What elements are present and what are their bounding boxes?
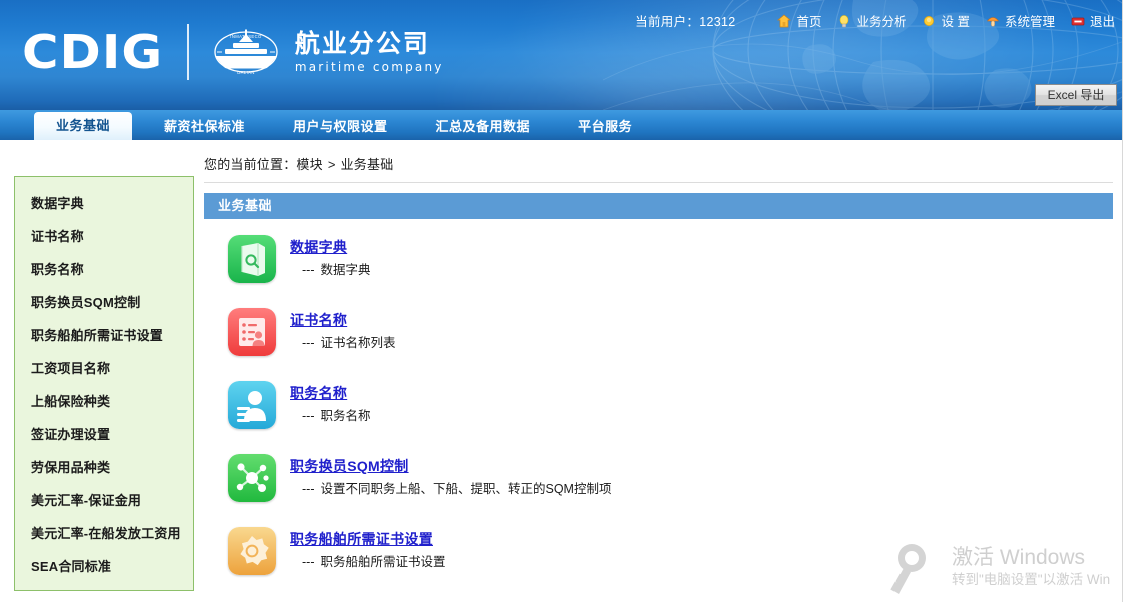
current-user-value: 12312: [699, 15, 736, 29]
sidebar-menu: 数据字典 证书名称 职务名称 职务换员SQM控制 职务船舶所需证书设置 工资项目…: [14, 176, 194, 591]
book-search-icon: [228, 235, 276, 283]
certificate-list-icon: [228, 308, 276, 356]
header-link-logout[interactable]: 退出: [1071, 11, 1115, 30]
header-link-settings-label: 设 置: [941, 15, 970, 29]
list-item-text: 数据字典 --- 数据字典: [290, 235, 371, 278]
header-link-logout-label: 退出: [1089, 15, 1115, 29]
sidebar-item-labor-protection-types[interactable]: 劳保用品种类: [15, 451, 193, 484]
desc-text: 设置不同职务上船、下船、提职、转正的SQM控制项: [320, 482, 612, 496]
desc-text: 职务船舶所需证书设置: [320, 555, 446, 569]
tab-summary-backup-data[interactable]: 汇总及备用数据: [420, 114, 547, 140]
list-item-desc: --- 设置不同职务上船、下船、提职、转正的SQM控制项: [290, 481, 611, 497]
brand-name-en: maritime company: [294, 59, 444, 74]
sidebar-item-visa-processing-settings[interactable]: 签证办理设置: [15, 418, 193, 451]
panel-title: 业务基础: [204, 193, 1113, 219]
tab-platform-services[interactable]: 平台服务: [562, 114, 648, 140]
svg-text:DALIAN: DALIAN: [237, 70, 255, 75]
list-item-desc: --- 职务船舶所需证书设置: [290, 554, 446, 570]
sidebar-item-salary-item-name[interactable]: 工资项目名称: [15, 352, 193, 385]
header-link-business-analysis[interactable]: 业务分析: [837, 11, 906, 30]
lightbulb-icon: [837, 14, 851, 28]
desc-dashes: ---: [302, 555, 315, 569]
logo-divider: [186, 24, 189, 80]
list-item[interactable]: 职务名称 --- 职务名称: [228, 381, 1113, 454]
breadcrumb-prefix: 您的当前位置：: [204, 157, 297, 172]
brand-abbreviation: CDIG: [22, 25, 164, 79]
list-item-desc: --- 数据字典: [290, 262, 371, 278]
breadcrumb-current: 业务基础: [340, 157, 394, 172]
sidebar-item-position-ship-certificates[interactable]: 职务船舶所需证书设置: [15, 319, 193, 352]
desc-text: 数据字典: [320, 263, 371, 277]
main-tabbar: 业务基础 薪资社保标准 用户与权限设置 汇总及备用数据 平台服务: [0, 110, 1123, 140]
list-item-title[interactable]: 数据字典: [290, 238, 371, 256]
desc-dashes: ---: [302, 336, 315, 350]
header-link-settings[interactable]: 设 置: [922, 11, 970, 30]
list-item[interactable]: 数据字典 --- 数据字典: [228, 235, 1113, 308]
ship-seal-icon: INMATESECO DALIAN: [209, 28, 283, 76]
sidebar-item-usd-rate-onboard-salary[interactable]: 美元汇率-在船发放工资用: [15, 517, 193, 550]
list-item[interactable]: 证书名称 --- 证书名称列表: [228, 308, 1113, 381]
brand-logo: CDIG INMATESECO DALIAN 航业分公司 maritime co…: [22, 24, 444, 80]
header-link-home[interactable]: 首页: [777, 11, 821, 30]
list-item-title[interactable]: 职务船舶所需证书设置: [290, 530, 446, 548]
tab-business-basics[interactable]: 业务基础: [34, 112, 133, 140]
sidebar-item-sea-contract-standard[interactable]: SEA合同标准: [15, 550, 193, 583]
module-list: 数据字典 --- 数据字典 证书名称 --- 证书名称列表 职务名称 --- 职…: [228, 235, 1113, 600]
exit-icon: [1071, 14, 1085, 28]
desc-dashes: ---: [302, 482, 315, 496]
desc-dashes: ---: [302, 263, 315, 277]
home-icon: [777, 14, 792, 28]
app-header: CDIG INMATESECO DALIAN 航业分公司 maritime co…: [0, 0, 1123, 110]
tab-user-permissions[interactable]: 用户与权限设置: [277, 114, 404, 140]
list-item-title[interactable]: 职务换员SQM控制: [290, 457, 611, 475]
network-nodes-icon: [228, 454, 276, 502]
list-item-text: 职务名称 --- 职务名称: [290, 381, 371, 424]
desc-dashes: ---: [302, 409, 315, 423]
header-link-home-label: 首页: [796, 15, 822, 29]
desc-text: 证书名称列表: [320, 336, 396, 350]
brand-name-cn: 航业分公司: [294, 28, 430, 58]
sun-icon: [922, 14, 936, 28]
sidebar-item-boarding-insurance-types[interactable]: 上船保险种类: [15, 385, 193, 418]
sidebar-item-position-change-sqm[interactable]: 职务换员SQM控制: [15, 286, 193, 319]
content-area: 您的当前位置：模块 > 业务基础 业务基础 数据字典 --- 数据字典 证书名称…: [194, 140, 1123, 602]
tab-salary-social-insurance[interactable]: 薪资社保标准: [148, 114, 261, 140]
list-item-text: 证书名称 --- 证书名称列表: [290, 308, 396, 351]
current-user: 当前用户：12312: [635, 11, 735, 30]
gear-icon: [228, 527, 276, 575]
page-root: CDIG INMATESECO DALIAN 航业分公司 maritime co…: [0, 0, 1123, 602]
excel-export-button[interactable]: Excel 导出: [1035, 84, 1117, 106]
header-link-business-analysis-label: 业务分析: [856, 15, 907, 29]
breadcrumb-divider: [204, 182, 1113, 183]
header-link-system-management[interactable]: 系统管理: [986, 11, 1055, 30]
list-item[interactable]: 职务船舶所需证书设置 --- 职务船舶所需证书设置: [228, 527, 1113, 600]
mushroom-icon: [986, 14, 1000, 28]
sidebar-item-data-dictionary[interactable]: 数据字典: [15, 187, 193, 220]
list-item-title[interactable]: 职务名称: [290, 384, 371, 402]
person-card-icon: [228, 381, 276, 429]
desc-text: 职务名称: [320, 409, 371, 423]
breadcrumb-separator: >: [327, 157, 336, 172]
sidebar-item-certificate-name[interactable]: 证书名称: [15, 220, 193, 253]
header-user-bar: 当前用户：12312 首页 业务分析 设 置 系统管理 退出: [635, 11, 1115, 30]
list-item-title[interactable]: 证书名称: [290, 311, 396, 329]
list-item-text: 职务换员SQM控制 --- 设置不同职务上船、下船、提职、转正的SQM控制项: [290, 454, 611, 497]
list-item-text: 职务船舶所需证书设置 --- 职务船舶所需证书设置: [290, 527, 446, 570]
sidebar-item-usd-rate-deposit[interactable]: 美元汇率-保证金用: [15, 484, 193, 517]
list-item-desc: --- 职务名称: [290, 408, 371, 424]
header-link-system-management-label: 系统管理: [1004, 15, 1055, 29]
list-item-desc: --- 证书名称列表: [290, 335, 396, 351]
breadcrumb: 您的当前位置：模块 > 业务基础: [204, 154, 1113, 173]
sidebar-item-position-name[interactable]: 职务名称: [15, 253, 193, 286]
svg-text:INMATESECO: INMATESECO: [230, 34, 262, 39]
page-body: 数据字典 证书名称 职务名称 职务换员SQM控制 职务船舶所需证书设置 工资项目…: [0, 140, 1123, 602]
list-item[interactable]: 职务换员SQM控制 --- 设置不同职务上船、下船、提职、转正的SQM控制项: [228, 454, 1113, 527]
current-user-label: 当前用户：: [635, 15, 700, 29]
breadcrumb-root[interactable]: 模块: [296, 157, 322, 172]
